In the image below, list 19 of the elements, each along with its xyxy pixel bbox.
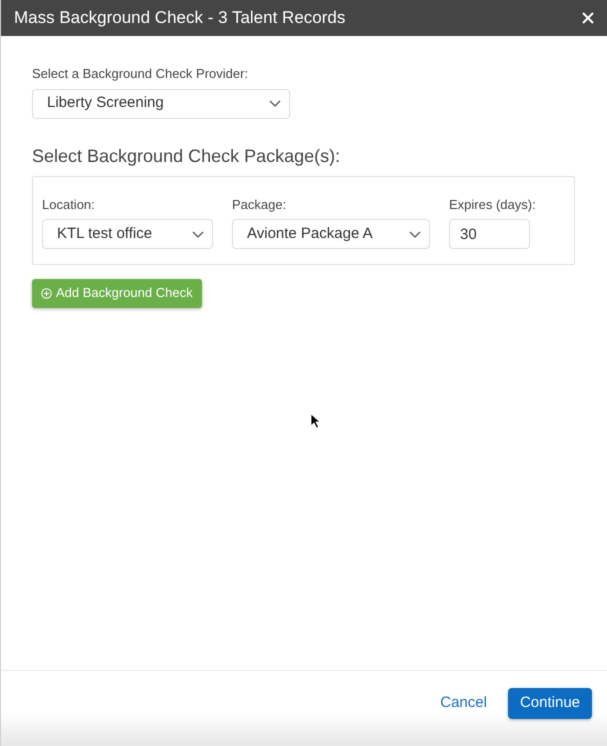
cancel-link[interactable]: Cancel bbox=[438, 692, 489, 715]
close-button[interactable] bbox=[581, 11, 595, 25]
field-label: Expires (days): bbox=[449, 196, 536, 214]
dropdown-select[interactable]: Liberty Screening bbox=[32, 88, 290, 118]
section-heading: Select Background Check Package(s): bbox=[32, 144, 342, 168]
close-icon bbox=[582, 12, 594, 24]
chevron-down-icon bbox=[192, 230, 204, 238]
chevron-down-icon bbox=[409, 230, 421, 238]
plus-circle-icon bbox=[41, 288, 52, 298]
field-label: Package: bbox=[232, 196, 288, 214]
expires-input[interactable]: 30 bbox=[449, 219, 530, 249]
dropdown-select[interactable]: KTL test office bbox=[42, 219, 213, 249]
provider-label: Select a Background Check Provider: bbox=[32, 65, 250, 83]
field-label: Location: bbox=[42, 196, 96, 214]
dropdown-select[interactable]: Avionte Package A bbox=[232, 219, 430, 249]
continue-button[interactable]: Continue bbox=[508, 688, 592, 719]
chevron-down-icon bbox=[269, 100, 281, 107]
mouse-pointer-icon bbox=[310, 413, 320, 429]
dialog-title: Mass Background Check - 3 Talent Records bbox=[14, 7, 346, 30]
